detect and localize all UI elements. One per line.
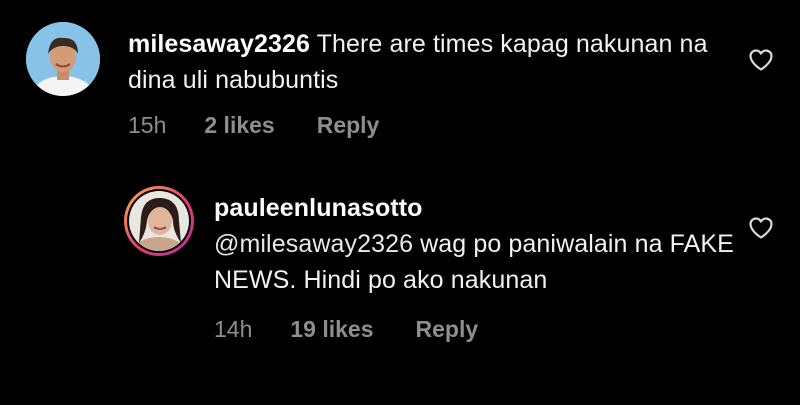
avatar[interactable] [26,22,100,96]
avatar-story-ring[interactable] [124,186,194,256]
comment-text: milesaway2326 There are times kapag naku… [128,26,718,98]
comment-username[interactable]: pauleenlunasotto [214,194,423,222]
comment-time: 14h [214,316,253,342]
reply-button[interactable]: Reply [416,316,479,343]
mention-link[interactable]: @milesaway2326 [214,230,413,258]
comment-likes[interactable]: 2 likes [204,112,274,139]
comment-body: pauleenlunasotto @milesaway2326 wag po p… [214,190,734,343]
user-avatar-image [129,191,189,251]
comment-body: milesaway2326 There are times kapag naku… [128,26,718,139]
comment-time: 15h [128,112,167,138]
comment-likes[interactable]: 19 likes [290,316,373,343]
heart-outline-icon[interactable] [748,216,774,240]
comment-meta: 14h 19 likes Reply [214,316,734,343]
heart-outline-icon[interactable] [748,48,774,72]
reply-button[interactable]: Reply [317,112,380,139]
comment-text: pauleenlunasotto @milesaway2326 wag po p… [214,190,734,298]
user-avatar-image [26,22,100,96]
comment-meta: 15h 2 likes Reply [128,112,718,139]
comment-username[interactable]: milesaway2326 [128,30,310,58]
